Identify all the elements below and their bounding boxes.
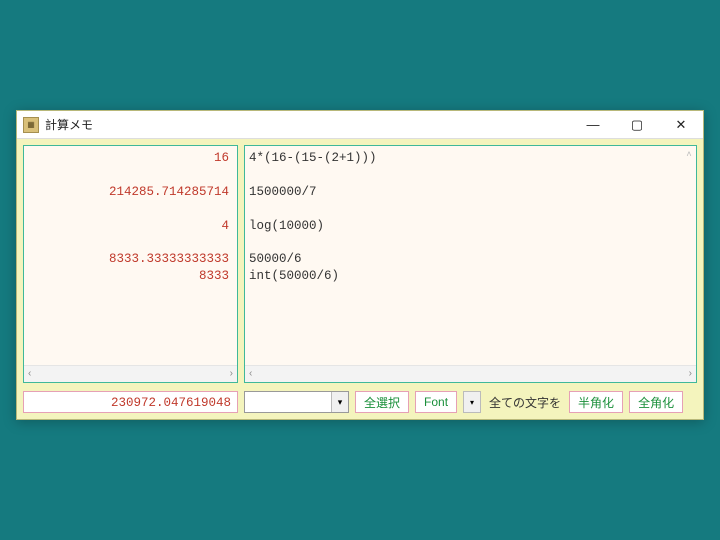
app-icon: ▦ <box>23 117 39 133</box>
expression-line: int(50000/6) <box>249 268 688 285</box>
result-line: 214285.714285714 <box>28 184 229 201</box>
expressions-hscrollbar[interactable]: ‹ › <box>245 365 696 382</box>
expressions-body[interactable]: ˄ 4*(16-(15-(2+1))) 1500000/7 log(10000)… <box>245 146 696 365</box>
blank-line <box>249 167 688 184</box>
blank-line <box>28 201 229 218</box>
select-all-button[interactable]: 全選択 <box>355 391 409 413</box>
minimize-button[interactable]: — <box>571 111 615 139</box>
total-field[interactable]: 230972.047619048 <box>23 391 238 413</box>
scroll-right-icon[interactable]: › <box>230 369 233 379</box>
to-fullwidth-button[interactable]: 全角化 <box>629 391 683 413</box>
all-chars-label: 全ての文字を <box>487 394 563 411</box>
scroll-up-icon[interactable]: ˄ <box>686 148 691 160</box>
expression-line: 4*(16-(15-(2+1))) <box>249 150 688 167</box>
toolbar: 230972.047619048 ▾ 全選択 Font ▾ 全ての文字を 半角化… <box>17 387 703 419</box>
scroll-left-icon[interactable]: ‹ <box>28 369 31 379</box>
result-line: 8333.33333333333 <box>28 251 229 268</box>
scroll-right-icon[interactable]: › <box>689 369 692 379</box>
results-pane: 16 214285.714285714 4 8333.33333333333 8… <box>23 145 238 383</box>
to-halfwidth-button[interactable]: 半角化 <box>569 391 623 413</box>
titlebar[interactable]: ▦ 計算メモ — ▢ ✕ <box>17 111 703 139</box>
expression-line: 50000/6 <box>249 251 688 268</box>
content-area: 16 214285.714285714 4 8333.33333333333 8… <box>17 139 703 387</box>
maximize-button[interactable]: ▢ <box>615 111 659 139</box>
close-button[interactable]: ✕ <box>659 111 703 139</box>
results-hscrollbar[interactable]: ‹ › <box>24 365 237 382</box>
font-button[interactable]: Font <box>415 391 457 413</box>
window-title: 計算メモ <box>45 116 571 133</box>
chevron-down-icon[interactable]: ▾ <box>331 392 348 412</box>
scroll-left-icon[interactable]: ‹ <box>249 369 252 379</box>
chevron-down-icon: ▾ <box>470 398 474 407</box>
font-size-combo[interactable]: ▾ <box>244 391 349 413</box>
expressions-vscrollbar[interactable]: ˄ <box>684 148 694 160</box>
expression-line: log(10000) <box>249 218 688 235</box>
blank-line <box>28 234 229 251</box>
results-body[interactable]: 16 214285.714285714 4 8333.33333333333 8… <box>24 146 237 365</box>
result-line: 4 <box>28 218 229 235</box>
app-window: ▦ 計算メモ — ▢ ✕ 16 214285.714285714 4 8333.… <box>16 110 704 420</box>
result-line: 8333 <box>28 268 229 285</box>
result-line: 16 <box>28 150 229 167</box>
blank-line <box>249 234 688 251</box>
blank-line <box>249 201 688 218</box>
expressions-pane: ˄ 4*(16-(15-(2+1))) 1500000/7 log(10000)… <box>244 145 697 383</box>
expression-line: 1500000/7 <box>249 184 688 201</box>
dropdown-button[interactable]: ▾ <box>463 391 481 413</box>
blank-line <box>28 167 229 184</box>
